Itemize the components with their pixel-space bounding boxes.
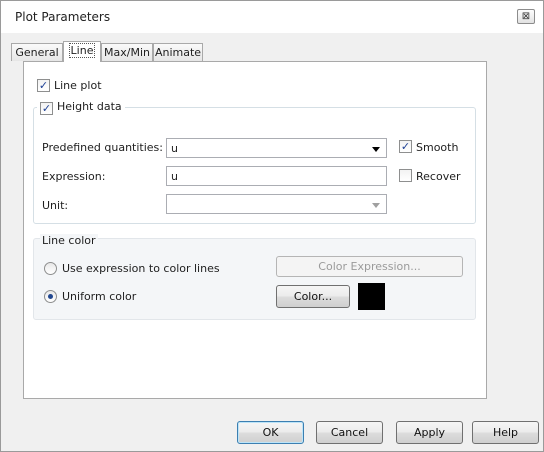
title-bar: Plot Parameters ⊠ bbox=[1, 1, 543, 33]
use-expression-radio[interactable] bbox=[44, 262, 57, 275]
tab-max-min-label: Max/Min bbox=[104, 46, 150, 59]
smooth-label: Smooth bbox=[416, 141, 459, 154]
expression-label: Expression: bbox=[42, 170, 106, 183]
tab-general-label: General bbox=[15, 46, 59, 59]
color-expression-button[interactable]: Color Expression... bbox=[276, 256, 463, 277]
tab-line-label: Line bbox=[68, 43, 96, 58]
line-plot-checkbox[interactable]: ✓ bbox=[37, 79, 50, 92]
use-expression-label: Use expression to color lines bbox=[62, 262, 220, 275]
line-color-group bbox=[33, 238, 476, 320]
line-color-title: Line color bbox=[40, 234, 98, 247]
chevron-down-icon bbox=[372, 203, 380, 208]
tab-max-min[interactable]: Max/Min bbox=[101, 43, 153, 61]
tab-animate[interactable]: Animate bbox=[153, 43, 203, 61]
help-button[interactable]: Help bbox=[472, 421, 539, 444]
line-plot-label: Line plot bbox=[54, 79, 102, 92]
uniform-color-label: Uniform color bbox=[62, 290, 137, 303]
color-button[interactable]: Color... bbox=[276, 285, 350, 308]
tab-line[interactable]: Line bbox=[63, 41, 101, 62]
expression-value: u bbox=[171, 170, 178, 183]
recover-label: Recover bbox=[416, 170, 461, 183]
smooth-checkbox[interactable]: ✓ bbox=[399, 140, 412, 153]
apply-button[interactable]: Apply bbox=[396, 421, 463, 444]
close-button[interactable]: ⊠ bbox=[517, 9, 535, 24]
chevron-down-icon bbox=[372, 147, 380, 152]
color-swatch bbox=[358, 283, 385, 310]
tab-animate-label: Animate bbox=[154, 46, 202, 59]
predefined-quantities-label: Predefined quantities: bbox=[42, 141, 163, 154]
dialog-title: Plot Parameters bbox=[15, 10, 111, 24]
uniform-color-radio[interactable] bbox=[44, 290, 57, 303]
expression-field[interactable]: u bbox=[166, 166, 387, 186]
predefined-quantities-dropdown[interactable]: u bbox=[166, 138, 387, 158]
height-data-label: Height data bbox=[57, 100, 122, 113]
radio-selected-dot bbox=[48, 294, 53, 299]
line-tab-panel: ✓ Line plot ✓ Height data Predefined quan… bbox=[23, 61, 487, 399]
height-data-legend: ✓ Height data bbox=[37, 100, 125, 115]
cancel-button[interactable]: Cancel bbox=[316, 421, 383, 444]
predefined-quantities-value: u bbox=[171, 142, 178, 155]
height-data-checkbox[interactable]: ✓ bbox=[40, 102, 53, 115]
unit-label: Unit: bbox=[42, 199, 69, 212]
ok-button[interactable]: OK bbox=[237, 421, 304, 444]
plot-parameters-dialog: Plot Parameters ⊠ General Line Max/Min A… bbox=[0, 0, 544, 452]
tab-general[interactable]: General bbox=[11, 43, 63, 61]
unit-dropdown[interactable] bbox=[166, 194, 387, 214]
recover-checkbox[interactable] bbox=[399, 169, 412, 182]
